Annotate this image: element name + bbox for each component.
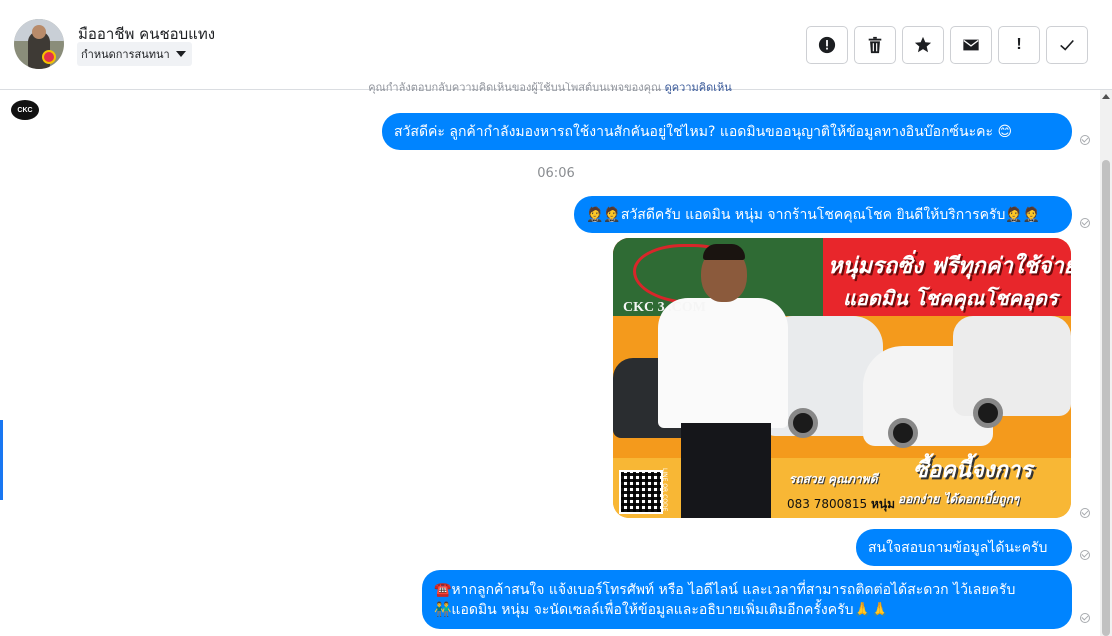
message-timestamp: 06:06 [537, 166, 575, 181]
avatar-badge-icon [42, 50, 56, 64]
qr-code-icon [619, 470, 663, 514]
ad-headline: หนุ่มรถซิ่ง ฟรีทุกค่าใช้จ่าย [828, 254, 1071, 279]
page-avatar: CKC [11, 100, 39, 120]
trash-icon [868, 36, 882, 54]
mark-done-button[interactable] [1046, 26, 1088, 64]
scroll-thumb[interactable] [1102, 160, 1110, 636]
reply-context-notice: คุณกำลังตอบกลับความคิดเห็นของผู้ใช้บนโพส… [0, 82, 1100, 94]
message-bubble[interactable]: 🤵🤵สวัสดีครับ แอดมิน หนุ่ม จากร้านโชคคุณโ… [574, 196, 1072, 233]
message-bubble[interactable]: สวัสดีค่ะ ลูกค้ากำลังมองหารถใช้งานสักคัน… [382, 113, 1072, 150]
ad-phone-name: หนุ่ม [871, 497, 896, 511]
exclamation-icon: ! [1016, 36, 1022, 53]
seen-check-icon [1080, 218, 1090, 228]
checkmark-icon [1060, 39, 1074, 51]
left-accent-bar [0, 420, 3, 500]
scroll-up-arrow-icon[interactable] [1102, 94, 1110, 99]
mark-unread-button[interactable] [950, 26, 992, 64]
message-bubble[interactable]: ☎️หากลูกค้าสนใจ แจ้งเบอร์โทรศัพท์ หรือ ไ… [422, 570, 1072, 629]
star-button[interactable] [902, 26, 944, 64]
ad-quality-text: รถสวย คุณภาพดี [789, 472, 878, 486]
seen-check-icon [1080, 613, 1090, 623]
seen-check-icon [1080, 508, 1090, 518]
ad-tagline: ซื้อคนี้จงการ [913, 458, 1033, 483]
mark-spam-button[interactable] [806, 26, 848, 64]
ad-phone: 083 7800815 หนุ่ม [787, 495, 895, 514]
conversation-tag-dropdown[interactable]: กำหนดการสนทนา [77, 42, 192, 66]
tag-dropdown-label: กำหนดการสนทนา [81, 48, 170, 61]
seen-check-icon [1080, 135, 1090, 145]
message-text-line: ☎️หากลูกค้าสนใจ แจ้งเบอร์โทรศัพท์ หรือ ไ… [434, 581, 1016, 598]
ad-subheadline: แอดมิน โชคคุณโชคอุดร [843, 286, 1058, 310]
conversation-scrollbar[interactable] [1100, 90, 1112, 636]
seen-check-icon [1080, 550, 1090, 560]
conversation-header: มืออาชีพ คนชอบแทง กำหนดการสนทนา ! [0, 0, 1112, 90]
view-comment-link[interactable]: ดูความคิดเห็น [665, 82, 732, 94]
message-bubble[interactable]: สนใจสอบถามข้อมูลได้นะครับ [856, 529, 1072, 566]
message-text: สวัสดีค่ะ ลูกค้ากำลังมองหารถใช้งานสักคัน… [394, 123, 1013, 140]
spam-icon [818, 36, 836, 54]
ad-phone-number: 083 7800815 [787, 497, 868, 511]
message-text-line: 👬แอดมิน หนุ่ม จะนัดเซลล์เพื่อให้ข้อมูลแล… [434, 601, 889, 618]
contact-avatar[interactable] [14, 19, 64, 69]
notice-text: คุณกำลังตอบกลับความคิดเห็นของผู้ใช้บนโพส… [368, 82, 662, 94]
ad-brand: CKC 3 .COM [623, 300, 706, 315]
qr-code-label: LINE QR CODE [661, 468, 668, 512]
message-text: สนใจสอบถามข้อมูลได้นะครับ [868, 539, 1048, 556]
delete-button[interactable] [854, 26, 896, 64]
mail-icon [963, 39, 979, 51]
follow-up-button[interactable]: ! [998, 26, 1040, 64]
ad-finance-text: ออกง่าย ได้ดอกเบี้ยถูกๆ [898, 492, 1020, 506]
star-icon [914, 36, 932, 53]
message-text: 🤵🤵สวัสดีครับ แอดมิน หนุ่ม จากร้านโชคคุณโ… [586, 206, 1041, 223]
message-image-attachment[interactable]: หนุ่มรถซิ่ง ฟรีทุกค่าใช้จ่าย แอดมิน โชคค… [613, 238, 1071, 518]
caret-down-icon [175, 51, 186, 57]
